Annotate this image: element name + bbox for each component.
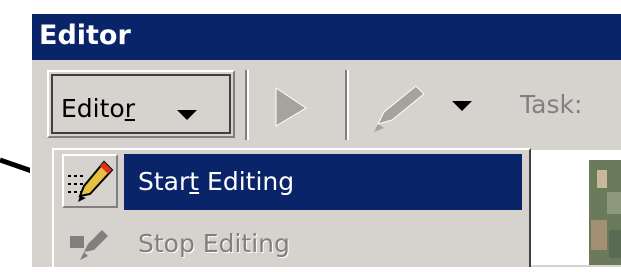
sketch-tool-pencil-icon[interactable] bbox=[370, 82, 430, 134]
editor-menu-button[interactable]: Editor bbox=[47, 70, 235, 138]
edit-tool-arrow-icon[interactable] bbox=[270, 86, 310, 130]
menu-item-label: Stop Editing bbox=[138, 229, 290, 258]
chevron-down-icon bbox=[177, 110, 197, 120]
editor-dropdown-menu: Start Editing Stop Editing bbox=[52, 148, 531, 267]
accelerator-key: r bbox=[124, 94, 135, 123]
map-view-edge bbox=[529, 150, 621, 265]
menu-item-start-editing[interactable]: Start Editing bbox=[58, 150, 525, 210]
title-bar: Editor bbox=[32, 14, 621, 60]
toolbar-separator bbox=[345, 70, 349, 140]
window-title: Editor bbox=[39, 20, 131, 51]
editor-menu-label: Editor bbox=[61, 94, 135, 123]
chevron-down-icon[interactable] bbox=[452, 101, 472, 111]
start-editing-icon bbox=[62, 154, 118, 208]
menu-item-label: Start Editing bbox=[138, 167, 295, 196]
menu-item-stop-editing[interactable]: Stop Editing bbox=[58, 212, 525, 270]
editor-toolbar: Editor Task: bbox=[32, 60, 621, 160]
toolbar-separator bbox=[245, 70, 249, 140]
task-label: Task: bbox=[520, 90, 583, 119]
map-image bbox=[529, 150, 621, 265]
